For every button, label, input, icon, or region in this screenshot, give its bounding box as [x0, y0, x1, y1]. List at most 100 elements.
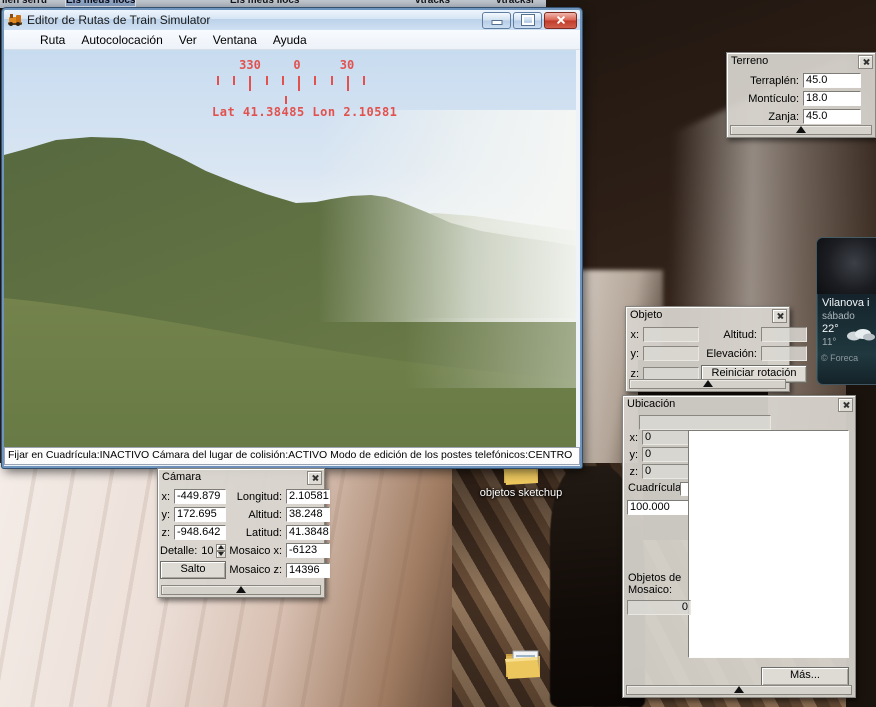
- desktop-icon-label[interactable]: vtracksl: [496, 0, 534, 6]
- latlon-readout: Lat 41.38485 Lon 2.10581: [212, 105, 397, 119]
- compass-heading-marker: [285, 96, 287, 104]
- weather-gadget[interactable]: Vilanova i sábado 22° 11° © Foreca: [816, 237, 876, 385]
- weather-city: Vilanova i: [817, 294, 876, 309]
- palette-terreno: Terreno Terraplén: 45.0 Montículo: 18.0 …: [726, 52, 876, 138]
- detalle-label: Detalle:: [160, 545, 199, 557]
- monticulo-label: Montículo:: [729, 93, 801, 105]
- monticulo-field[interactable]: 18.0: [803, 91, 861, 106]
- latitud-field[interactable]: 41.384853: [286, 525, 330, 540]
- desktop-icon-label[interactable]: Els meus llocs: [230, 0, 299, 6]
- palette-close-button[interactable]: [307, 471, 322, 485]
- palette-camara: Cámara x: -449.879 Longitud: 2.1058113 y…: [157, 468, 325, 598]
- altitud-label: Altitud:: [228, 509, 284, 521]
- palette-close-button[interactable]: [772, 309, 787, 323]
- mas-button[interactable]: Más...: [761, 667, 849, 686]
- weather-gadget-image: [817, 238, 876, 294]
- camara-z-field[interactable]: -948.642: [174, 525, 226, 540]
- weather-day: sábado: [817, 309, 876, 322]
- palette-collapse-handle[interactable]: [161, 585, 321, 595]
- palette-terreno-titlebar[interactable]: Terreno: [727, 53, 875, 70]
- ubicacion-name-field[interactable]: [639, 415, 771, 430]
- collapse-triangle-icon: [703, 380, 713, 387]
- palette-ubicacion-titlebar[interactable]: Ubicación: [623, 396, 855, 413]
- terraplen-field[interactable]: 45.0: [803, 73, 861, 88]
- palette-close-button[interactable]: [838, 398, 853, 412]
- palette-objeto-titlebar[interactable]: Objeto: [626, 307, 789, 324]
- desktop-folder-bottom[interactable]: [478, 646, 568, 680]
- detalle-value: 10: [201, 545, 213, 557]
- palette-title: Objeto: [630, 309, 662, 321]
- folder-icon: [501, 646, 545, 680]
- desktop-icon-label[interactable]: lien serru: [2, 0, 47, 6]
- camara-x-field[interactable]: -449.879: [174, 489, 226, 504]
- mosaico-x-label: Mosaico x:: [228, 545, 284, 557]
- zanja-field[interactable]: 45.0: [803, 109, 861, 124]
- compass-tick: [282, 76, 284, 85]
- ubicacion-x-label: x:: [628, 432, 640, 444]
- camara-x-label: x:: [160, 491, 172, 503]
- titlebar[interactable]: Editor de Rutas de Train Simulator: [4, 10, 580, 30]
- ubicacion-z-label: z:: [628, 466, 640, 478]
- folder-label: objetos sketchup: [456, 487, 586, 499]
- objeto-y-field[interactable]: [643, 346, 699, 361]
- triangle-down-icon: [218, 552, 224, 556]
- objeto-x-field[interactable]: [643, 327, 699, 342]
- ubicacion-y-label: y:: [628, 449, 640, 461]
- app-locomotive-icon: [7, 13, 23, 27]
- compass-tick: [331, 76, 333, 85]
- close-button[interactable]: [544, 12, 577, 29]
- compass-overlay: 330 0 30 Lat 41.38485 Lon 2.10581: [4, 50, 576, 125]
- desktop: lien serru Els meus llocs Els meus llocs…: [0, 0, 876, 707]
- palette-close-button[interactable]: [858, 55, 873, 69]
- spinner-down-button[interactable]: [216, 551, 226, 558]
- spinner-up-button[interactable]: [216, 544, 226, 551]
- compass-tick: [217, 76, 219, 85]
- mosaico-z-label: Mosaico z:: [228, 564, 284, 576]
- longitud-field[interactable]: 2.1058113: [286, 489, 330, 504]
- terrain-3d-viewport[interactable]: 330 0 30 Lat 41.38485 Lon 2.10581: [4, 50, 576, 447]
- palette-collapse-handle[interactable]: [629, 379, 786, 389]
- palette-ubicacion: Ubicación x: 0 y: 0 z: 0 Cuadrícula: 100…: [622, 395, 856, 698]
- objetos-mosaico-label: Objetos de Mosaico:: [628, 572, 686, 596]
- palette-collapse-handle[interactable]: [730, 125, 872, 135]
- mosaico-z-field[interactable]: 14396: [286, 563, 330, 578]
- grid-size-field[interactable]: 100.000: [627, 500, 689, 515]
- mosaico-x-field[interactable]: -6123: [286, 543, 330, 558]
- palette-title: Terreno: [731, 55, 768, 67]
- status-bar: Fijar en Cuadrícula:INACTIVO Cámara del …: [4, 447, 580, 465]
- weather-credit: © Foreca: [817, 349, 876, 363]
- objeto-x-label: x:: [630, 329, 641, 341]
- palette-collapse-handle[interactable]: [626, 685, 852, 695]
- salto-button[interactable]: Salto: [160, 561, 226, 579]
- objeto-altitud-field[interactable]: [761, 327, 807, 342]
- objeto-altitud-label: Altitud:: [701, 329, 759, 341]
- desktop-icon-label-selected[interactable]: Els meus llocs: [66, 0, 135, 6]
- triangle-up-icon: [218, 545, 224, 549]
- objeto-elevacion-field[interactable]: [761, 346, 807, 361]
- ubicacion-listbox[interactable]: [688, 430, 849, 658]
- minimize-button[interactable]: [482, 12, 511, 29]
- menu-ventana[interactable]: Ventana: [205, 31, 265, 49]
- compass-tick: [266, 76, 268, 85]
- editor-window: Editor de Rutas de Train Simulator Ruta …: [2, 8, 582, 468]
- collapse-triangle-icon: [236, 586, 246, 593]
- camara-z-label: z:: [160, 527, 172, 539]
- compass-tick-major: [298, 76, 300, 91]
- terraplen-label: Terraplén:: [729, 75, 801, 87]
- maximize-button[interactable]: [513, 12, 542, 29]
- menu-ayuda[interactable]: Ayuda: [265, 31, 315, 49]
- detalle-spinner: [216, 544, 226, 558]
- compass-label-30: 30: [340, 58, 354, 72]
- cuadricula-label: Cuadrícula:: [628, 482, 684, 494]
- palette-camara-titlebar[interactable]: Cámara: [158, 469, 324, 486]
- desktop-icon-labels-strip: lien serru Els meus llocs Els meus llocs…: [0, 0, 546, 8]
- menu-autocolocacion[interactable]: Autocolocación: [73, 31, 170, 49]
- palette-title: Cámara: [162, 471, 201, 483]
- compass-ticks: [217, 76, 365, 91]
- compass-tick-major: [249, 76, 251, 91]
- menu-ver[interactable]: Ver: [171, 31, 205, 49]
- camara-y-field[interactable]: 172.695: [174, 507, 226, 522]
- altitud-field[interactable]: 38.248: [286, 507, 330, 522]
- menu-ruta[interactable]: Ruta: [32, 31, 73, 49]
- desktop-icon-label[interactable]: vtracks: [415, 0, 450, 6]
